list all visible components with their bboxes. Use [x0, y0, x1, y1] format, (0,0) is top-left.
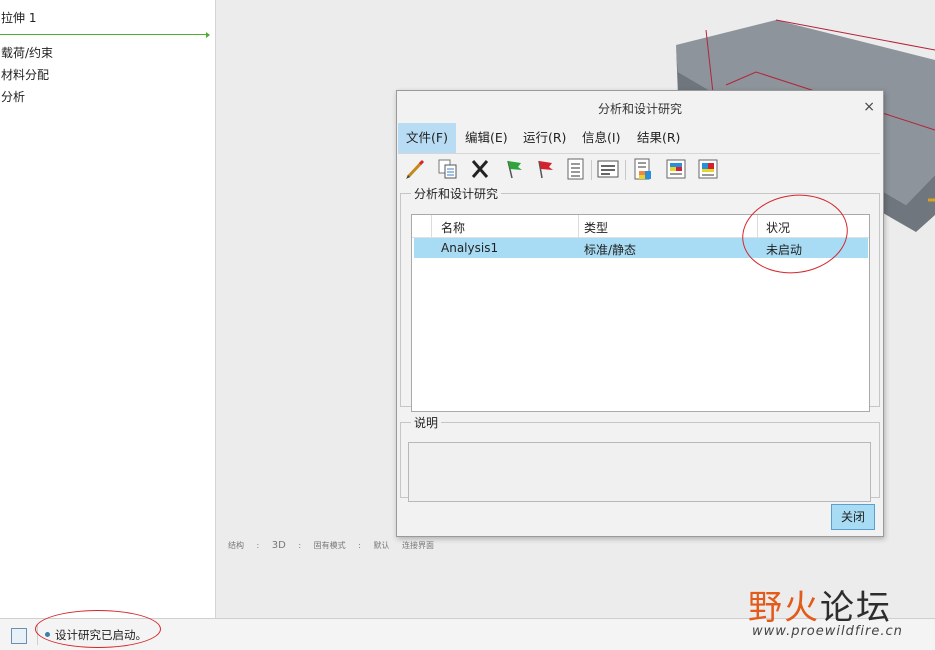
tree-item-analysis[interactable]: 分析	[1, 88, 25, 105]
dialog-title-bar[interactable]: 分析和设计研究 ×	[397, 91, 883, 123]
toolbar-separator	[625, 160, 626, 180]
close-button[interactable]: 关闭	[831, 504, 875, 530]
green-flag-icon[interactable]	[502, 158, 526, 180]
dialog-toolbar	[398, 154, 880, 184]
menu-results[interactable]: 结果(R)	[629, 123, 688, 153]
cell-status: 未启动	[766, 243, 803, 257]
analysis-design-study-dialog: 分析和设计研究 × 文件(F) 编辑(E) 运行(R) 信息(I) 结果(R)	[396, 90, 884, 537]
cell-type: 标准/静态	[584, 243, 637, 257]
view-info-sep: :	[298, 541, 302, 550]
description-group: 说明	[400, 414, 880, 502]
dialog-menubar: 文件(F) 编辑(E) 运行(R) 信息(I) 结果(R)	[398, 123, 880, 154]
cell-name: Analysis1	[441, 241, 499, 255]
close-icon[interactable]: ×	[863, 99, 875, 115]
description-field[interactable]	[408, 442, 871, 502]
pencil-icon[interactable]	[404, 158, 428, 180]
message-log-icon[interactable]	[11, 628, 27, 644]
watermark-url: www.proewildfire.cn	[752, 624, 903, 639]
view-info-structure: 结构	[228, 541, 244, 550]
view-info-3d: 3D	[271, 540, 286, 551]
insert-arrow-icon	[206, 32, 210, 38]
review-results-icon[interactable]	[631, 158, 655, 180]
column-divider[interactable]	[757, 215, 758, 237]
column-divider[interactable]	[431, 215, 432, 237]
menu-info[interactable]: 信息(I)	[574, 123, 628, 153]
view-info-sep: :	[358, 541, 361, 550]
list-header: 名称 类型 状况	[412, 215, 869, 238]
model-tree-panel: 拉伸 1 载荷/约束 材料分配 分析	[0, 0, 216, 618]
table-row[interactable]: Analysis1 标准/静态 未启动	[414, 238, 868, 258]
view-info-sep: :	[256, 541, 260, 550]
watermark-logo: 野火论坛	[748, 580, 892, 629]
red-flag-icon[interactable]	[533, 158, 557, 180]
column-divider[interactable]	[578, 215, 579, 237]
tree-item-loads-constraints[interactable]: 载荷/约束	[1, 44, 53, 61]
column-header-status[interactable]: 状况	[766, 219, 790, 236]
view-info-default: 默认	[373, 541, 390, 550]
status-message: 设计研究已启动。	[55, 628, 147, 642]
menu-edit[interactable]: 编辑(E)	[457, 123, 516, 153]
menu-file[interactable]: 文件(F)	[398, 123, 456, 153]
results-window-icon[interactable]	[696, 158, 720, 180]
checklist-icon[interactable]	[564, 158, 588, 180]
tree-item-extrude[interactable]: 拉伸 1	[1, 9, 36, 26]
description-label: 说明	[414, 416, 439, 430]
studies-list[interactable]: 名称 类型 状况 Analysis1 标准/静态 未启动	[411, 214, 870, 412]
watermark-logo-part1: 野火	[748, 588, 820, 628]
status-divider	[37, 625, 38, 645]
view-info-modal: 固有模式	[313, 541, 346, 550]
watermark-logo-part2: 论坛	[820, 588, 892, 628]
copy-icon[interactable]	[436, 158, 460, 180]
column-header-type[interactable]: 类型	[584, 219, 608, 236]
toolbar-separator	[591, 160, 592, 180]
studies-group: 分析和设计研究 名称 类型 状况 Analysis1 标准/静态 未启动	[400, 185, 880, 412]
column-header-name[interactable]: 名称	[441, 219, 465, 236]
tree-item-material-assignment[interactable]: 材料分配	[1, 66, 49, 83]
results-icon[interactable]	[664, 158, 688, 180]
status-icon[interactable]	[596, 158, 620, 180]
view-info-bar: 结构 : 3D : 固有模式 : 默认 连接界面	[228, 540, 444, 551]
insert-here-indicator[interactable]	[0, 34, 208, 35]
view-info-interface: 连接界面	[402, 541, 434, 550]
menu-run[interactable]: 运行(R)	[515, 123, 574, 153]
delete-icon[interactable]	[468, 158, 492, 180]
dialog-title: 分析和设计研究	[597, 102, 682, 116]
info-bullet-icon	[45, 632, 50, 637]
studies-group-label: 分析和设计研究	[414, 187, 499, 201]
